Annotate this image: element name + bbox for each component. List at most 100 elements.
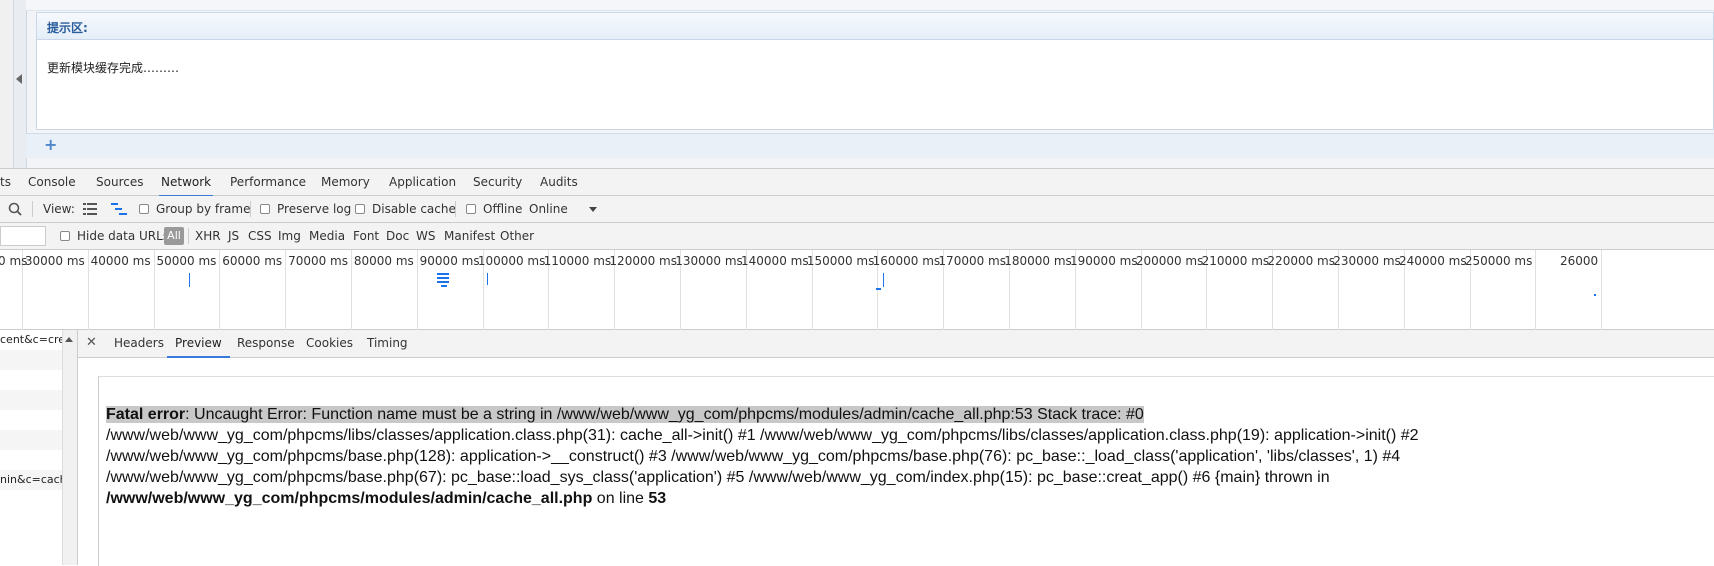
timeline-request-mark	[883, 273, 884, 287]
offline-checkbox[interactable]	[466, 204, 476, 214]
tab-security[interactable]: Security	[471, 169, 524, 195]
filter-font[interactable]: Font	[353, 229, 379, 243]
filter-bar: Hide data URLs All XHR JS CSS Img Media …	[0, 223, 1714, 250]
timeline-tick-label: 60000 ms	[222, 254, 283, 268]
timeline-tick-label: 90000 ms	[419, 254, 480, 268]
page-viewport: 提示区: 更新模块缓存完成……… +	[0, 0, 1714, 168]
timeline-gridline	[87, 250, 89, 330]
tab-elements[interactable]: ts	[0, 169, 13, 195]
filter-js[interactable]: JS	[228, 229, 239, 243]
request-row[interactable]	[0, 450, 62, 470]
preserve-log-label: Preserve log	[277, 202, 352, 216]
timeline-request-mark	[189, 273, 190, 287]
request-row[interactable]	[0, 430, 62, 450]
close-icon[interactable]: ✕	[86, 335, 97, 350]
timeline-tick-label: 220000 ms	[1267, 254, 1335, 268]
request-row[interactable]: cent&c=crea	[0, 330, 62, 350]
top-strip	[26, 0, 1714, 11]
hide-data-urls-label: Hide data URLs	[77, 229, 170, 243]
tab-sources[interactable]: Sources	[94, 169, 145, 195]
timeline-tick-label: 130000 ms	[675, 254, 743, 268]
tab-response[interactable]: Response	[235, 330, 297, 356]
offline-label: Offline	[483, 202, 523, 216]
detail-tabs: ✕ Headers Preview Response Cookies Timin…	[78, 330, 1714, 358]
request-row[interactable]	[0, 390, 62, 410]
throttle-select[interactable]: Online	[529, 202, 568, 216]
timeline-gridline	[1601, 250, 1603, 330]
filter-css[interactable]: CSS	[248, 229, 272, 243]
timeline-gridline	[285, 250, 287, 330]
timeline-tick-label: 240000 ms	[1399, 254, 1467, 268]
timeline-tick-label: 230000 ms	[1333, 254, 1401, 268]
list-view-icon[interactable]	[83, 203, 97, 215]
tab-application[interactable]: Application	[387, 169, 458, 195]
filter-all-button[interactable]: All	[164, 227, 184, 245]
timeline-request-mark	[487, 273, 488, 285]
filter-other[interactable]: Other	[500, 229, 534, 243]
group-by-frame-checkbox[interactable]	[139, 204, 149, 214]
request-row[interactable]	[0, 490, 62, 510]
timeline-overview[interactable]: 0 ms 30000 ms 40000 ms 50000 ms 60000 ms 7000…	[0, 250, 1714, 330]
tab-timing[interactable]: Timing	[365, 330, 410, 356]
timeline-gridline	[153, 250, 155, 330]
tab-audits[interactable]: Audits	[538, 169, 580, 195]
plus-icon[interactable]: +	[44, 135, 57, 154]
filter-media[interactable]: Media	[309, 229, 345, 243]
preserve-log-checkbox[interactable]	[260, 204, 270, 214]
devtools-tabs: ts Console Sources Network Performance M…	[0, 168, 1714, 197]
request-row[interactable]	[0, 410, 62, 430]
timeline-tick-label: 110000 ms	[543, 254, 612, 268]
timeline-tick-label: 190000 ms	[1070, 254, 1138, 268]
collapse-arrow-icon[interactable]	[16, 74, 22, 84]
request-row[interactable]	[0, 370, 62, 390]
request-list: cent&c=crea nin&c=cache	[0, 330, 78, 565]
separator	[250, 201, 251, 217]
timeline-request-mark	[1594, 294, 1596, 296]
tab-memory[interactable]: Memory	[319, 169, 372, 195]
hide-data-urls-checkbox[interactable]	[60, 231, 70, 241]
timeline-tick-label: 170000 ms	[938, 254, 1006, 268]
search-icon[interactable]	[8, 202, 22, 216]
tab-preview[interactable]: Preview	[167, 330, 230, 358]
disable-cache-checkbox[interactable]	[355, 204, 365, 214]
timeline-tick-label: 80000 ms	[353, 254, 414, 268]
timeline-tick-label: 250000 ms	[1464, 254, 1533, 268]
timeline-tick-label: 160000 ms	[872, 254, 941, 268]
request-list-scrollbar[interactable]	[62, 330, 77, 565]
preview-pane: Fatal error: Uncaught Error: Function na…	[78, 358, 1714, 566]
view-label: View:	[43, 202, 75, 216]
notice-message: 更新模块缓存完成………	[47, 61, 180, 75]
error-line-4: /www/web/www_yg_com/phpcms/base.php(67):…	[106, 469, 1330, 486]
timeline-tick-label: 140000 ms	[741, 254, 809, 268]
filter-doc[interactable]: Doc	[386, 229, 409, 243]
waterfall-view-icon[interactable]	[111, 203, 127, 215]
timeline-tick-label: 210000 ms	[1201, 254, 1270, 268]
filter-input[interactable]	[0, 226, 46, 246]
filter-img[interactable]: Img	[278, 229, 301, 243]
chevron-down-icon[interactable]	[589, 207, 597, 212]
timeline-tick-label: 50000 ms	[156, 254, 217, 268]
timeline-tick-label: 0 ms	[0, 254, 28, 268]
request-row[interactable]: nin&c=cache	[0, 470, 62, 490]
timeline-tick-label: 150000 ms	[806, 254, 875, 268]
tab-headers[interactable]: Headers	[112, 330, 166, 356]
tab-performance[interactable]: Performance	[228, 169, 308, 195]
notice-title: 提示区:	[47, 21, 88, 35]
timeline-gridline	[1535, 250, 1537, 330]
error-line-number: 53	[648, 490, 667, 507]
filter-manifest[interactable]: Manifest	[444, 229, 495, 243]
filter-ws[interactable]: WS	[416, 229, 435, 243]
timeline-tick-label: 30000 ms	[24, 254, 85, 268]
timeline-request-mark	[437, 281, 449, 283]
timeline-gridline	[219, 250, 221, 330]
tab-network[interactable]: Network	[159, 169, 214, 197]
tab-cookies[interactable]: Cookies	[304, 330, 355, 356]
filter-xhr[interactable]: XHR	[195, 229, 221, 243]
timeline-gridline	[351, 250, 352, 330]
timeline-gridline	[416, 250, 418, 330]
tab-console[interactable]: Console	[26, 169, 78, 195]
request-row[interactable]	[0, 350, 62, 370]
scroll-up-icon[interactable]	[65, 337, 73, 342]
timeline-tick-label: 40000 ms	[90, 254, 151, 268]
error-label: Fatal error	[106, 406, 186, 423]
